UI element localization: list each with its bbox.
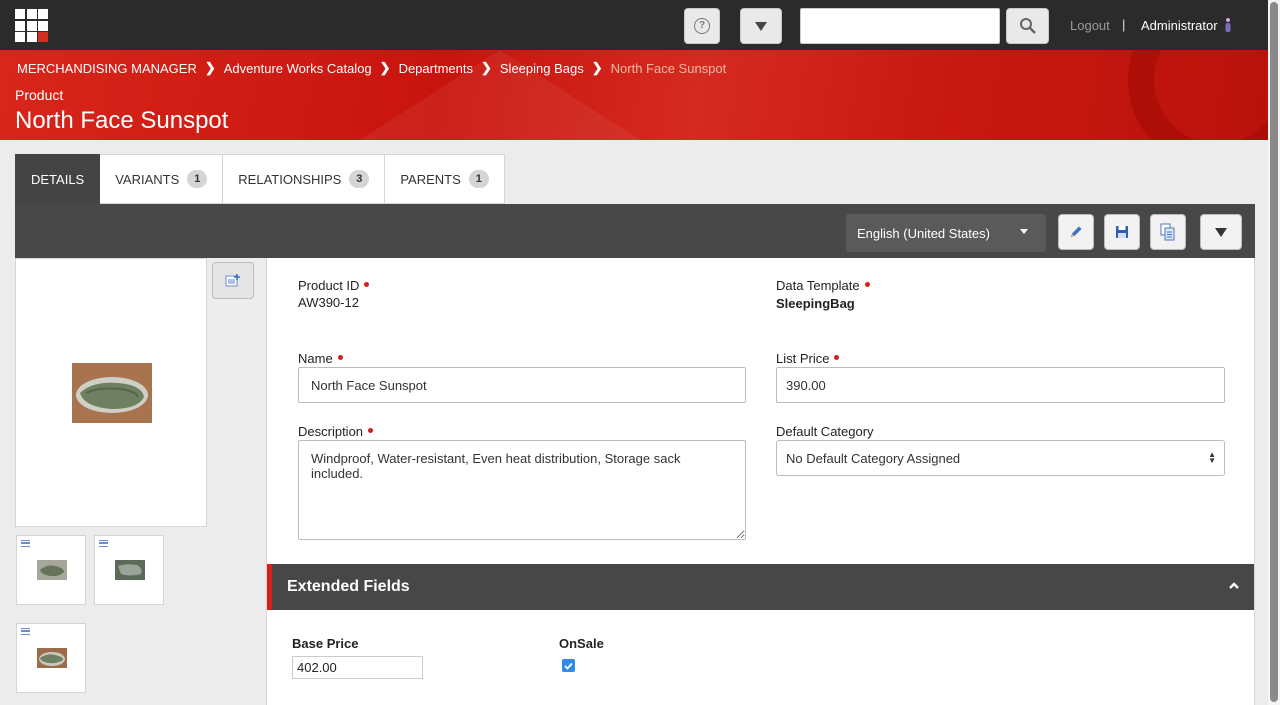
tab-variants[interactable]: VARIANTS 1 — [100, 154, 224, 204]
required-indicator — [337, 355, 343, 361]
help-icon: ? — [694, 18, 710, 34]
scrollbar-thumb[interactable] — [1270, 2, 1278, 702]
search-icon — [1019, 18, 1036, 34]
image-thumbnail[interactable] — [16, 535, 86, 605]
tab-label: VARIANTS — [115, 171, 180, 187]
user-icon[interactable] — [1224, 17, 1232, 33]
caret-down-icon — [755, 21, 767, 31]
chevron-right-icon: ❯ — [379, 60, 391, 75]
required-indicator — [368, 428, 374, 434]
required-indicator — [364, 282, 370, 288]
product-id-label: Product ID — [298, 278, 370, 293]
data-template-label: Data Template — [776, 278, 870, 293]
select-arrows-icon: ▲ ▼ — [1208, 450, 1216, 465]
sleeping-bag-thumbnail — [37, 648, 67, 668]
chevron-right-icon: ❯ — [480, 60, 492, 75]
breadcrumb-item[interactable]: Departments — [399, 61, 473, 76]
default-category-select[interactable]: No Default Category Assigned ▲ ▼ — [776, 440, 1225, 476]
name-input[interactable] — [298, 367, 746, 403]
help-button[interactable]: ? — [684, 8, 720, 44]
user-name[interactable]: Administrator — [1141, 18, 1218, 33]
data-template-value: SleepingBag — [776, 296, 855, 311]
floppy-disk-icon — [1116, 226, 1128, 238]
menu-icon[interactable] — [21, 540, 30, 547]
details-form: Product ID AW390-12 Data Template Sleepi… — [266, 258, 1255, 705]
breadcrumb-current: North Face Sunspot — [610, 60, 727, 76]
top-bar: ? Logout | Administrator — [0, 0, 1280, 50]
description-textarea[interactable]: Windproof, Water-resistant, Even heat di… — [298, 440, 746, 540]
copy-icon — [1160, 223, 1175, 241]
default-category-label: Default Category — [776, 424, 874, 439]
name-label: Name — [298, 351, 343, 366]
separator: | — [1122, 17, 1126, 32]
product-id-value: AW390-12 — [298, 295, 359, 310]
base-price-input[interactable] — [292, 656, 423, 679]
sleeping-bag-thumbnail — [37, 560, 67, 580]
sleeping-bag-photo — [72, 363, 152, 423]
language-select[interactable]: English (United States) — [846, 214, 1046, 252]
dropdown-menu-button[interactable] — [740, 8, 782, 44]
save-button[interactable] — [1104, 214, 1140, 250]
search-button[interactable] — [1006, 8, 1049, 44]
base-price-label: Base Price — [292, 636, 359, 651]
breadcrumb-item[interactable]: MERCHANDISING MANAGER — [17, 61, 197, 76]
menu-icon[interactable] — [99, 540, 108, 547]
language-value: English (United States) — [857, 225, 990, 241]
menu-icon[interactable] — [21, 628, 30, 635]
required-indicator — [834, 355, 840, 361]
search-input[interactable] — [800, 8, 1000, 44]
logout-link[interactable]: Logout — [1070, 18, 1110, 33]
count-badge: 1 — [187, 170, 208, 188]
image-thumbnail[interactable] — [16, 623, 86, 693]
tab-relationships[interactable]: RELATIONSHIPS 3 — [223, 154, 386, 204]
chevron-right-icon: ❯ — [591, 60, 603, 75]
checkmark-icon — [564, 662, 573, 670]
image-thumbnail[interactable] — [94, 535, 164, 605]
app-grid-logo[interactable] — [15, 9, 48, 42]
extended-fields-header[interactable]: Extended Fields — [267, 564, 1254, 610]
onsale-label: OnSale — [559, 636, 604, 651]
description-label: Description — [298, 424, 374, 439]
more-actions-button[interactable] — [1200, 214, 1242, 250]
count-badge: 3 — [349, 170, 370, 188]
breadcrumb: MERCHANDISING MANAGER ❯ Adventure Works … — [17, 60, 726, 76]
main-product-image[interactable] — [15, 258, 207, 527]
tab-label: DETAILS — [31, 171, 85, 187]
tab-parents[interactable]: PARENTS 1 — [385, 154, 505, 204]
edit-button[interactable] — [1058, 214, 1094, 250]
action-toolbar: English (United States) — [15, 204, 1255, 258]
onsale-checkbox[interactable] — [562, 659, 575, 672]
tab-bar: DETAILS VARIANTS 1 RELATIONSHIPS 3 PAREN… — [15, 154, 505, 204]
caret-down-icon — [1020, 229, 1028, 234]
chevron-right-icon: ❯ — [204, 60, 216, 75]
section-title: Extended Fields — [287, 578, 410, 595]
count-badge: 1 — [468, 170, 489, 188]
list-price-input[interactable] — [776, 367, 1225, 403]
page-header: MERCHANDISING MANAGER ❯ Adventure Works … — [0, 50, 1268, 140]
copy-button[interactable] — [1150, 214, 1186, 250]
pencil-icon — [1071, 226, 1082, 237]
add-image-icon — [225, 273, 240, 286]
tab-details[interactable]: DETAILS — [15, 154, 101, 204]
required-indicator — [864, 282, 870, 288]
default-category-value: No Default Category Assigned — [786, 450, 961, 466]
caret-down-icon — [1215, 227, 1227, 237]
add-image-button[interactable] — [212, 262, 254, 299]
breadcrumb-item[interactable]: Adventure Works Catalog — [224, 61, 372, 76]
tab-label: RELATIONSHIPS — [238, 171, 342, 187]
sleeping-bag-thumbnail — [115, 560, 145, 580]
chevron-up-icon[interactable] — [1229, 581, 1239, 591]
list-price-label: List Price — [776, 351, 840, 366]
breadcrumb-item[interactable]: Sleeping Bags — [500, 61, 584, 76]
page-title: North Face Sunspot — [15, 107, 229, 134]
entity-type-label: Product — [15, 87, 64, 103]
tab-label: PARENTS — [400, 171, 461, 187]
